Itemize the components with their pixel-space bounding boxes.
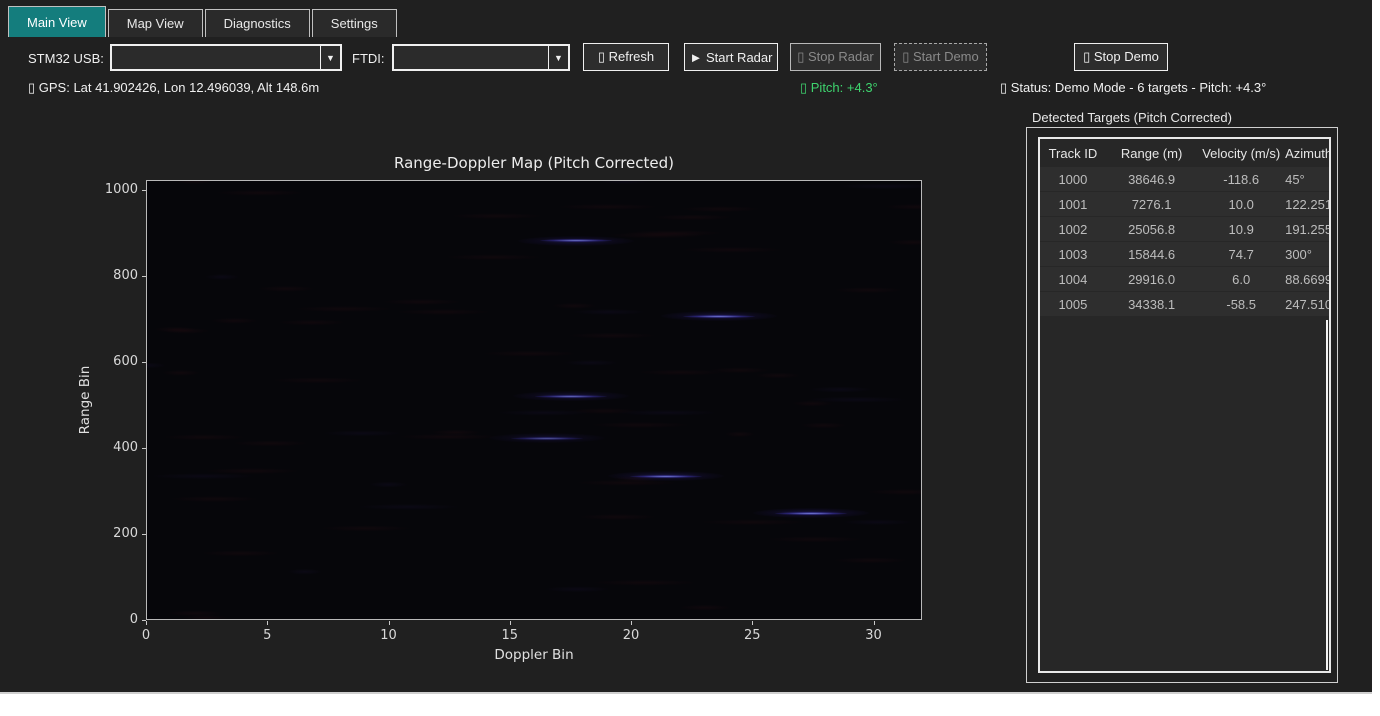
table-cell: 25056.8 (1106, 222, 1197, 237)
table-row[interactable]: 10017276.110.0122.2510 (1040, 192, 1329, 217)
table-row[interactable]: 100315844.674.7300° (1040, 242, 1329, 267)
table-cell: 247.5104 (1285, 297, 1329, 312)
y-tick-mark (142, 362, 146, 363)
table-cell: 10.0 (1197, 197, 1285, 212)
table-row[interactable]: 100225056.810.9191.2552 (1040, 217, 1329, 242)
start-radar-button[interactable]: ► Start Radar (684, 43, 778, 71)
tab-diagnostics[interactable]: Diagnostics (205, 9, 310, 37)
target-streak (683, 315, 755, 318)
table-cell: 1002 (1040, 222, 1106, 237)
y-tick-label: 200 (68, 526, 138, 541)
y-tick-mark (142, 190, 146, 191)
column-header: Velocity (m/s) (1197, 146, 1285, 161)
targets-table[interactable]: Track IDRange (m)Velocity (m/s)Azimuth10… (1038, 137, 1331, 673)
range-doppler-heatmap[interactable] (146, 180, 922, 620)
stm32-usb-value (112, 46, 320, 69)
table-cell: 45° (1285, 172, 1329, 187)
start-demo-button: ▯ Start Demo (894, 43, 987, 71)
y-tick-label: 800 (68, 268, 138, 283)
y-tick-mark (142, 276, 146, 277)
tab-settings[interactable]: Settings (312, 9, 397, 37)
chart-title: Range-Doppler Map (Pitch Corrected) (146, 154, 922, 172)
table-cell: 191.2552 (1285, 222, 1329, 237)
table-cell: 6.0 (1197, 272, 1285, 287)
table-cell: -118.6 (1197, 172, 1285, 187)
tab-map-view[interactable]: Map View (108, 9, 203, 37)
table-row[interactable]: 100429916.06.088.66998 (1040, 267, 1329, 292)
x-tick-mark (631, 621, 632, 625)
gps-status-text: ▯ GPS: Lat 41.902426, Lon 12.496039, Alt… (28, 80, 319, 96)
table-cell: 74.7 (1197, 247, 1285, 262)
table-cell: 1000 (1040, 172, 1106, 187)
column-header: Range (m) (1106, 146, 1197, 161)
table-cell: 34338.1 (1106, 297, 1197, 312)
column-header: Azimuth (1285, 146, 1329, 161)
ftdi-label: FTDI: (352, 51, 385, 66)
table-cell: 1001 (1040, 197, 1106, 212)
demo-status-text: ▯ Status: Demo Mode - 6 targets - Pitch:… (1000, 80, 1266, 96)
ftdi-combobox[interactable]: ▼ (392, 44, 570, 71)
x-tick-label: 0 (126, 628, 166, 643)
app-window: Main ViewMap ViewDiagnosticsSettings STM… (0, 0, 1372, 694)
tab-main-view[interactable]: Main View (8, 6, 106, 37)
ftdi-value (394, 46, 548, 69)
table-scrollbar[interactable] (1326, 320, 1328, 670)
table-row[interactable]: 100038646.9-118.645° (1040, 167, 1329, 192)
table-header-row: Track IDRange (m)Velocity (m/s)Azimuth (1040, 139, 1329, 167)
table-cell: 122.2510 (1285, 197, 1329, 212)
table-cell: 38646.9 (1106, 172, 1197, 187)
chevron-down-icon[interactable]: ▼ (320, 46, 340, 69)
x-tick-mark (267, 621, 268, 625)
stm32-usb-label: STM32 USB: (28, 51, 104, 66)
stop-radar-button: ▯ Stop Radar (790, 43, 881, 71)
target-streak (511, 437, 583, 440)
table-cell: 15844.6 (1106, 247, 1197, 262)
table-cell: 10.9 (1197, 222, 1285, 237)
x-tick-mark (146, 621, 147, 625)
y-tick-mark (142, 448, 146, 449)
targets-panel-title: Detected Targets (Pitch Corrected) (1032, 110, 1232, 125)
column-header: Track ID (1040, 146, 1106, 161)
stop-demo-button[interactable]: ▯ Stop Demo (1074, 43, 1168, 71)
x-tick-label: 25 (732, 628, 772, 643)
y-tick-label: 1000 (68, 182, 138, 197)
tab-bar: Main ViewMap ViewDiagnosticsSettings (8, 6, 399, 37)
y-tick-mark (142, 620, 146, 621)
refresh-button[interactable]: ▯ Refresh (583, 43, 669, 71)
y-axis-label: Range Bin (77, 355, 93, 445)
table-cell: 1004 (1040, 272, 1106, 287)
stm32-usb-combobox[interactable]: ▼ (110, 44, 342, 71)
target-streak (535, 395, 607, 398)
target-streak (630, 475, 702, 478)
table-cell: 1005 (1040, 297, 1106, 312)
x-tick-mark (389, 621, 390, 625)
x-tick-label: 5 (247, 628, 287, 643)
x-tick-label: 15 (490, 628, 530, 643)
y-tick-mark (142, 534, 146, 535)
table-cell: -58.5 (1197, 297, 1285, 312)
chevron-down-icon[interactable]: ▼ (548, 46, 568, 69)
x-tick-label: 30 (854, 628, 894, 643)
target-streak (775, 512, 847, 515)
y-tick-label: 0 (68, 612, 138, 627)
pitch-status-text: ▯ Pitch: +4.3° (800, 80, 878, 96)
table-row[interactable]: 100534338.1-58.5247.5104 (1040, 292, 1329, 317)
table-cell: 29916.0 (1106, 272, 1197, 287)
x-tick-mark (874, 621, 875, 625)
x-tick-mark (752, 621, 753, 625)
x-axis-label: Doppler Bin (146, 647, 922, 663)
table-cell: 1003 (1040, 247, 1106, 262)
x-tick-label: 10 (369, 628, 409, 643)
x-tick-mark (510, 621, 511, 625)
table-cell: 7276.1 (1106, 197, 1197, 212)
table-cell: 300° (1285, 247, 1329, 262)
table-cell: 88.66998 (1285, 272, 1329, 287)
x-tick-label: 20 (611, 628, 651, 643)
